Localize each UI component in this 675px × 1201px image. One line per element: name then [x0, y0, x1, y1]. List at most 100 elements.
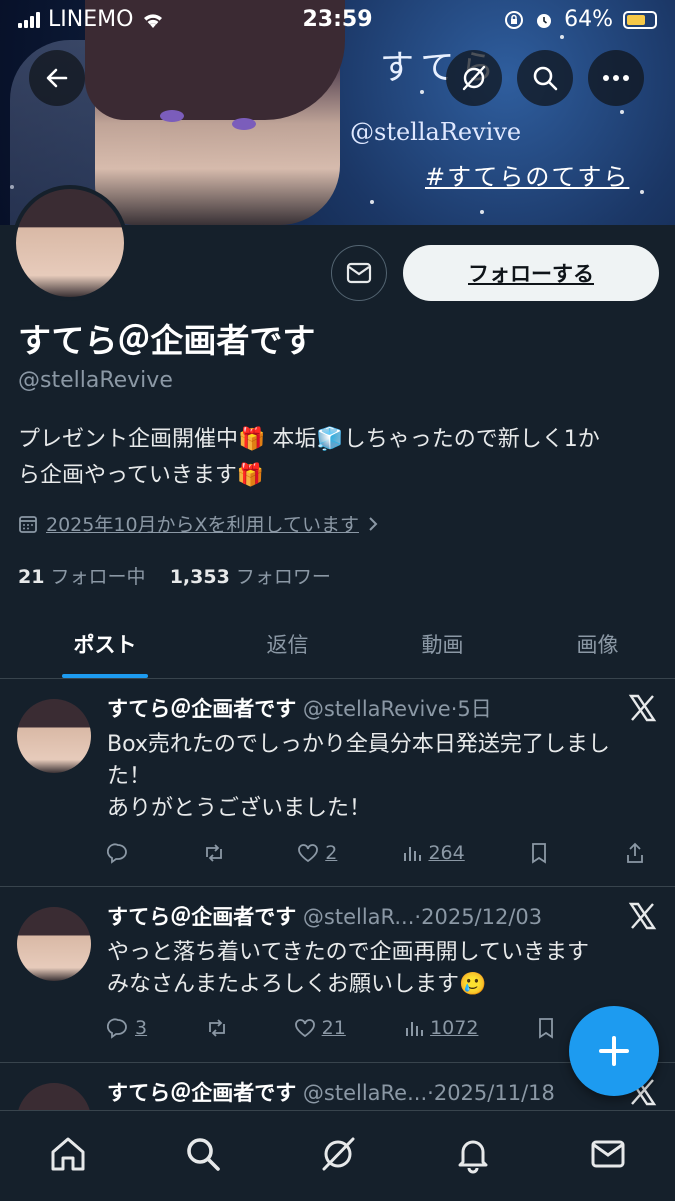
- follow-button[interactable]: フォローする: [403, 245, 659, 301]
- post-header: すてら＠企画者です @stellaRevive·5日: [107, 697, 492, 721]
- nav-search[interactable]: [183, 1134, 223, 1178]
- repost-button[interactable]: [202, 842, 232, 864]
- home-icon: [51, 1137, 84, 1171]
- search-icon: [186, 1138, 220, 1171]
- battery-icon: [623, 10, 657, 29]
- post-text-line: やっと落ち着いてきたので企画再開していきます: [107, 940, 590, 965]
- views-button[interactable]: 264: [402, 842, 465, 864]
- tab-videos[interactable]: 動画: [365, 610, 520, 678]
- profile-display-name: すてら＠企画者です: [18, 321, 316, 360]
- post-header: すてら＠企画者です @stellaR...·2025/12/03: [107, 905, 543, 929]
- tab-images[interactable]: 画像: [520, 610, 675, 678]
- view-count: 1072: [430, 1017, 479, 1039]
- rotation-lock-icon: [505, 10, 524, 29]
- followers-link[interactable]: 1,353 フォロワー: [170, 566, 331, 588]
- share-icon: [627, 842, 643, 863]
- heart-icon: [298, 844, 319, 863]
- bookmark-icon: [538, 1018, 553, 1039]
- nav-home[interactable]: [48, 1134, 88, 1178]
- plus-icon: [599, 1036, 629, 1066]
- x-logo-icon: [628, 902, 657, 930]
- post-avatar[interactable]: [17, 1083, 91, 1110]
- like-button[interactable]: 21: [294, 1017, 346, 1039]
- post-header: すてら＠企画者です @stellaRe...·2025/11/18: [107, 1081, 555, 1105]
- views-button[interactable]: 1072: [404, 1017, 478, 1039]
- tab-label: 動画: [421, 633, 464, 657]
- repost-icon: [209, 1019, 226, 1037]
- nav-messages[interactable]: [588, 1134, 628, 1178]
- repost-button[interactable]: [205, 1017, 235, 1039]
- post-author-handle: @stellaR...: [302, 905, 415, 929]
- share-button[interactable]: [625, 842, 655, 864]
- nav-notifications[interactable]: [453, 1134, 493, 1178]
- profile-avatar[interactable]: [12, 185, 128, 301]
- bio-line: プレゼント企画開催中🎁 本垢🧊しちゃったので新しく1か: [18, 427, 600, 452]
- joined-text: 2025年10月からXを利用しています: [46, 514, 359, 536]
- tab-replies[interactable]: 返信: [210, 610, 365, 678]
- more-button[interactable]: [588, 50, 644, 106]
- reply-count: 3: [135, 1017, 148, 1039]
- alarm-icon: [537, 13, 552, 28]
- profile-bio: プレゼント企画開催中🎁 本垢🧊しちゃったので新しく1か ら企画やっていきます🎁: [18, 422, 663, 494]
- reply-icon: [107, 1018, 127, 1039]
- back-button[interactable]: [29, 50, 85, 106]
- chevron-right-icon: [369, 516, 378, 531]
- envelope-icon: [346, 262, 372, 284]
- analytics-icon: [404, 847, 422, 861]
- post-avatar[interactable]: [17, 907, 91, 981]
- grok-button[interactable]: [446, 50, 502, 106]
- post-time: 2025/11/18: [433, 1081, 555, 1105]
- like-button[interactable]: 2: [297, 842, 337, 864]
- post-author-name: すてら＠企画者です: [107, 905, 297, 929]
- bookmark-button[interactable]: [537, 1017, 567, 1039]
- view-count: 264: [428, 842, 465, 864]
- compose-button[interactable]: [569, 1006, 659, 1096]
- joined-date[interactable]: 2025年10月からXを利用しています: [18, 510, 379, 537]
- search-button[interactable]: [517, 50, 573, 106]
- grok-icon: [462, 65, 486, 91]
- following-link[interactable]: 21 フォロー中: [18, 566, 146, 588]
- followers-count: 1,353: [169, 566, 230, 588]
- tab-posts[interactable]: ポスト: [0, 610, 210, 678]
- message-button[interactable]: [331, 245, 387, 301]
- x-logo-icon: [628, 694, 657, 722]
- reply-button[interactable]: [107, 842, 137, 864]
- banner-eye-right: [232, 118, 256, 130]
- envelope-icon: [591, 1140, 624, 1168]
- bottom-nav: [0, 1110, 675, 1201]
- grok-icon: [322, 1137, 354, 1171]
- profile-handle: @stellaRevive: [18, 368, 173, 393]
- post-text: Box売れたのでしっかり全員分本日発送完了しまし た！ ありがとうございました！: [107, 729, 657, 825]
- post-time: 2025/12/03: [421, 905, 543, 929]
- active-tab-indicator: [62, 674, 148, 678]
- post-text-line: みなさんまたよろしくお願いします🥲: [107, 972, 487, 997]
- arrow-left-icon: [46, 68, 68, 88]
- more-dots-icon: [603, 75, 629, 81]
- banner-eye-left: [160, 110, 184, 122]
- banner-handle: @stellaRevive: [350, 118, 522, 146]
- post-text-line: ありがとうございました！: [107, 796, 372, 821]
- search-icon: [533, 66, 558, 91]
- tab-label: 画像: [576, 633, 619, 657]
- bio-line: ら企画やっていきます🎁: [18, 463, 265, 488]
- following-count: 21: [18, 566, 45, 588]
- status-bar: LINEMO 23:59 64%: [0, 0, 675, 40]
- like-count: 21: [321, 1017, 346, 1039]
- tab-label: 返信: [266, 633, 309, 657]
- reply-button[interactable]: 3: [107, 1017, 147, 1039]
- post-text-line: た！: [107, 764, 152, 789]
- bookmark-button[interactable]: [530, 842, 560, 864]
- bookmark-icon: [531, 843, 546, 864]
- banner-hashtag: #すてらのてすら: [425, 163, 630, 191]
- post-time: 5日: [457, 697, 492, 721]
- bell-icon: [458, 1140, 487, 1174]
- post-text: やっと落ち着いてきたので企画再開していきます みなさんまたよろしくお願いします🥲: [107, 937, 657, 1001]
- post-author-handle: @stellaRevive: [302, 697, 451, 721]
- tab-label: ポスト: [73, 633, 137, 657]
- repost-icon: [206, 844, 223, 862]
- post-author-handle: @stellaRe...: [302, 1081, 428, 1105]
- followers-label: フォロワー: [235, 566, 331, 588]
- post-avatar[interactable]: [17, 699, 91, 773]
- nav-grok[interactable]: [318, 1134, 358, 1178]
- post-item[interactable]: すてら＠企画者です @stellaRevive·5日 Box売れたのでしっかり全…: [0, 679, 675, 887]
